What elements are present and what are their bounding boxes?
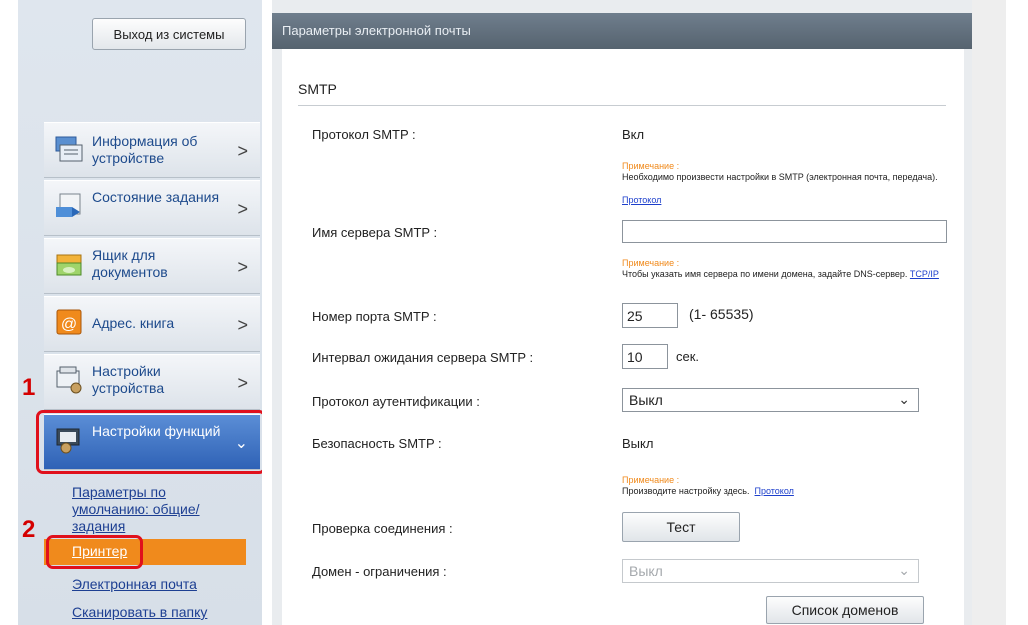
domain-list-button[interactable]: Список доменов — [766, 596, 924, 624]
note-text: Чтобы указать имя сервера по имени домен… — [622, 269, 939, 279]
section-divider — [298, 105, 946, 106]
sidebar-item-document-box[interactable]: Ящик для документов > — [44, 238, 260, 294]
domain-restriction-value: Выкл — [629, 563, 663, 579]
note-heading: Примечание : — [622, 475, 680, 485]
note-link-tcpip[interactable]: TCP/IP — [910, 269, 939, 279]
sidebar-item-address-book[interactable]: @ Адрес. книга > — [44, 296, 260, 352]
sub-item-email[interactable]: Электронная почта — [72, 576, 197, 593]
sidebar-item-label: Адрес. книга — [92, 315, 175, 331]
sidebar-item-device-settings[interactable]: Настройки устройства > — [44, 354, 260, 410]
sidebar-item-label: Состояние задания — [92, 189, 220, 205]
smtp-port-range: (1- 65535) — [689, 306, 754, 322]
smtp-port-input[interactable] — [622, 303, 678, 328]
chevron-right-icon: > — [237, 199, 248, 219]
auth-protocol-select[interactable]: Выкл ⌄ — [622, 388, 919, 412]
note-text: Производите настройку здесь. Протокол — [622, 486, 794, 496]
auth-protocol-label: Протокол аутентификации : — [312, 394, 480, 409]
chevron-right-icon: > — [237, 315, 248, 335]
callout-number-2: 2 — [22, 516, 36, 543]
chevron-right-icon: > — [237, 373, 248, 393]
note-text: Необходимо произвести настройки в SMTP (… — [622, 172, 938, 182]
sidebar-item-job-status[interactable]: Состояние задания > — [44, 180, 260, 236]
sidebar-item-label: Ящик для документов — [92, 247, 168, 280]
smtp-server-label: Имя сервера SMTP : — [312, 225, 438, 240]
job-status-icon — [56, 193, 81, 217]
smtp-timeout-input[interactable] — [622, 344, 668, 369]
sidebar-item-label: Информация об устройстве — [92, 133, 198, 166]
smtp-server-input[interactable] — [622, 220, 947, 243]
sidebar-item-device-info[interactable]: Информация об устройстве > — [44, 122, 260, 178]
chevron-right-icon: > — [237, 141, 248, 161]
note-heading: Примечание : — [622, 161, 680, 171]
sub-item-default-params[interactable]: Параметры по умолчанию: общие/задания — [72, 484, 222, 535]
scrollbar-area[interactable] — [972, 0, 1006, 625]
note-link-protocol[interactable]: Протокол — [755, 486, 794, 496]
frame-gap — [262, 0, 272, 625]
logout-button[interactable]: Выход из системы — [92, 18, 246, 50]
sidebar-item-label: Настройки устройства — [92, 363, 165, 396]
domain-restriction-label: Домен - ограничения : — [312, 564, 447, 579]
test-button[interactable]: Тест — [622, 512, 740, 542]
address-book-icon: @ — [56, 309, 82, 335]
auth-protocol-value: Выкл — [629, 392, 663, 408]
document-box-icon — [56, 254, 82, 276]
svg-text:@: @ — [61, 316, 77, 333]
smtp-security-label: Безопасность SMTP : — [312, 436, 442, 451]
smtp-timeout-unit: сек. — [676, 349, 700, 364]
chevron-right-icon: > — [237, 257, 248, 277]
device-settings-icon — [56, 366, 82, 394]
callout-box-2 — [46, 535, 143, 569]
sub-item-scan-to-folder[interactable]: Сканировать в папку — [72, 604, 207, 621]
callout-number-1: 1 — [22, 374, 36, 401]
domain-restriction-select[interactable]: Выкл ⌄ — [622, 559, 919, 583]
smtp-port-label: Номер порта SMTP : — [312, 309, 437, 324]
smtp-timeout-label: Интервал ожидания сервера SMTP : — [312, 350, 534, 365]
chevron-down-icon: ⌄ — [898, 391, 910, 407]
smtp-security-value: Выкл — [622, 436, 654, 451]
smtp-protocol-label: Протокол SMTP : — [312, 127, 416, 142]
note-link-protocol[interactable]: Протокол — [622, 195, 952, 206]
page-title: Параметры электронной почты — [282, 23, 471, 38]
note-heading: Примечание : — [622, 258, 680, 268]
callout-box-1 — [36, 410, 266, 474]
smtp-protocol-value: Вкл — [622, 127, 645, 142]
section-title: SMTP — [298, 81, 337, 97]
connection-test-label: Проверка соединения : — [312, 521, 453, 536]
chevron-down-icon: ⌄ — [898, 562, 910, 578]
device-info-icon — [55, 136, 83, 162]
